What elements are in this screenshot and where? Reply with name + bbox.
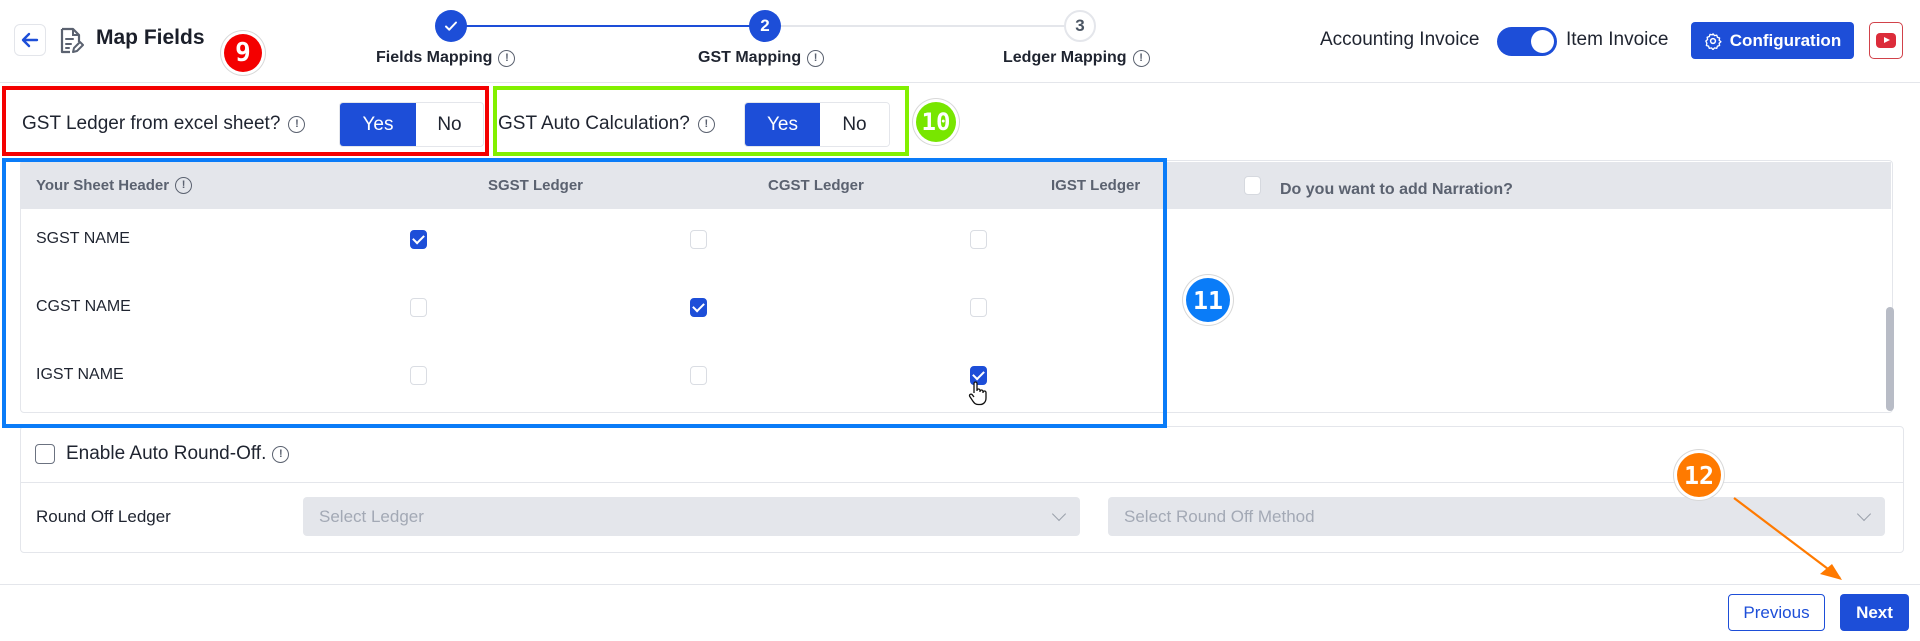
item-invoice-label: Item Invoice [1566,29,1669,50]
th-text: Your Sheet Header [36,177,170,194]
toggle-knob [1531,30,1554,53]
step-label-text: GST Mapping [698,49,802,66]
invoice-type-toggle[interactable] [1497,27,1557,56]
select-placeholder: Select Round Off Method [1124,506,1315,526]
accounting-invoice-label: Accounting Invoice [1320,29,1480,50]
page-title: Map Fields [96,26,205,49]
checkbox-sgst-name-cgst-ledger[interactable] [690,230,707,249]
footer-divider [0,584,1920,585]
checkbox-sgst-name-igst-ledger[interactable] [970,230,987,249]
checkbox-cgst-name-cgst-ledger[interactable] [690,298,707,317]
step-2-circle[interactable]: 2 [749,10,781,42]
info-icon[interactable]: ! [807,49,825,67]
annotation-badge-9: 9 [224,34,262,72]
enable-auto-round-off-checkbox[interactable] [35,444,55,464]
round-off-divider [21,482,1903,483]
annotation-badge-11: 11 [1186,278,1230,322]
th-sheet-header: Your Sheet Header ! [36,177,193,194]
back-button[interactable] [14,24,46,56]
checkbox-sgst-name-sgst-ledger[interactable] [410,230,427,249]
configuration-label: Configuration [1729,30,1842,50]
video-tutorial-button[interactable] [1869,22,1903,59]
narration-checkbox[interactable] [1244,176,1261,195]
step-2-label: GST Mapping ! [698,49,825,67]
annotation-arrow-icon [1733,497,1842,580]
check-icon [445,21,457,31]
round-off-ledger-select[interactable]: Select Ledger [303,497,1080,536]
row-label: CGST NAME [36,298,131,315]
chevron-down-icon [1051,506,1067,521]
checkbox-cgst-name-igst-ledger[interactable] [970,298,987,317]
hand-cursor-icon [968,381,987,406]
table-scrollbar[interactable] [1886,307,1894,411]
configuration-button[interactable]: Configuration [1691,22,1854,59]
step-label-text: Fields Mapping [376,49,493,66]
annotation-highlight-red [2,86,489,156]
th-igst-ledger: IGST Ledger [1051,177,1141,194]
previous-button[interactable]: Previous [1728,594,1825,631]
checkbox-igst-name-cgst-ledger[interactable] [690,366,707,385]
narration-label: Do you want to add Narration? [1280,181,1513,198]
info-icon[interactable]: ! [175,177,193,194]
stepper-connector-completed [466,25,752,27]
info-icon[interactable]: ! [1132,49,1150,67]
row-label: SGST NAME [36,230,130,247]
enable-auto-round-off-label: Enable Auto Round-Off. ! [66,443,290,465]
table-header-row [21,162,1891,209]
annotation-badge-10: 10 [916,102,956,142]
step-3-label: Ledger Mapping ! [1003,49,1150,67]
youtube-icon [1876,33,1896,48]
chevron-down-icon [1856,506,1872,521]
info-icon[interactable]: ! [272,445,290,463]
step-1-circle[interactable] [435,10,467,42]
step-1-label: Fields Mapping ! [376,49,516,67]
annotation-highlight-green [493,86,909,156]
step-3-circle[interactable]: 3 [1064,10,1096,42]
info-icon[interactable]: ! [498,49,516,67]
document-edit-icon [60,27,84,54]
header-divider [0,82,1920,83]
step-label-text: Ledger Mapping [1003,49,1127,66]
row-label: IGST NAME [36,366,124,383]
stepper-connector-pending [780,25,1065,27]
select-placeholder: Select Ledger [319,506,424,526]
checkbox-igst-name-sgst-ledger[interactable] [410,366,427,385]
gear-icon [1704,32,1722,50]
th-sgst-ledger: SGST Ledger [488,177,584,194]
round-off-ledger-label: Round Off Ledger [36,507,171,526]
checkbox-cgst-name-sgst-ledger[interactable] [410,298,427,317]
th-cgst-ledger: CGST Ledger [768,177,864,194]
arrow-left-icon [21,32,39,48]
next-button[interactable]: Next [1840,594,1909,631]
round-off-label-text: Enable Auto Round-Off. [66,443,267,464]
annotation-badge-12: 12 [1677,453,1721,497]
